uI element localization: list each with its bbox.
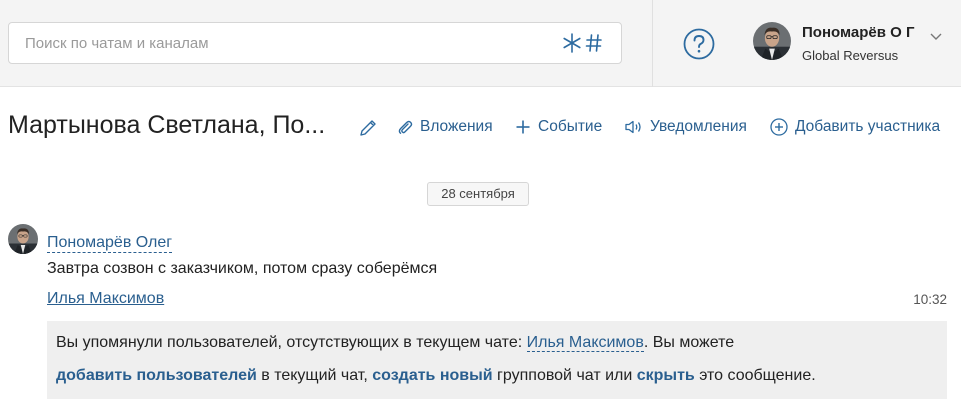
attachments-button[interactable]: Вложения	[396, 116, 493, 138]
add-member-label: Добавить участника	[795, 118, 941, 135]
warning-line-1: Вы упомянули пользователей, отсутствующи…	[56, 334, 734, 352]
avatar	[753, 22, 791, 60]
notifications-button[interactable]: Уведомления	[624, 116, 747, 138]
search-box	[8, 22, 622, 64]
asterisk-icon[interactable]	[560, 31, 584, 55]
chat-header: Мартынова Светлана, По... Вложения Событ…	[0, 104, 961, 148]
attachments-label: Вложения	[420, 118, 493, 135]
pencil-icon[interactable]	[358, 118, 378, 143]
plus-icon	[516, 120, 530, 134]
hide-message-link[interactable]: скрыть	[637, 367, 695, 384]
chat-title: Мартынова Светлана, По...	[8, 111, 326, 139]
warning-text: . Вы можете	[643, 334, 735, 351]
warning-text: в текущий чат,	[256, 367, 373, 384]
add-users-link[interactable]: добавить пользователей	[56, 367, 257, 384]
header-divider	[652, 0, 653, 87]
message-text: Завтра созвон с заказчиком, потом сразу …	[47, 260, 438, 277]
add-event-button[interactable]: Событие	[514, 116, 602, 138]
mentioned-user-link[interactable]: Илья Максимов	[526, 334, 644, 352]
question-circle-icon[interactable]	[683, 28, 715, 60]
mention-warning: Вы упомянули пользователей, отсутствующи…	[47, 321, 947, 399]
speaker-icon	[625, 120, 641, 134]
user-menu[interactable]: Пономарёв О Г Global Reversus	[753, 22, 953, 66]
plus-circle-icon	[770, 118, 788, 136]
avatar	[8, 224, 38, 254]
warning-line-2: добавить пользователей в текущий чат, со…	[56, 367, 816, 385]
warning-text: групповой чат или	[492, 367, 637, 384]
add-member-button[interactable]: Добавить участника	[769, 116, 940, 138]
paperclip-icon	[398, 120, 413, 134]
date-separator: 28 сентября	[427, 182, 529, 206]
user-organization: Global Reversus	[802, 48, 899, 63]
chevron-down-icon	[929, 28, 943, 46]
mention-link[interactable]: Илья Максимов	[47, 290, 164, 308]
create-new-chat-link[interactable]: создать новый	[372, 367, 492, 384]
hash-icon[interactable]	[582, 31, 606, 55]
message-time: 10:32	[913, 292, 947, 307]
message-author[interactable]: Пономарёв Олег	[47, 233, 173, 253]
event-label: Событие	[538, 118, 603, 135]
warning-text: это сообщение.	[694, 367, 816, 384]
top-bar: Пономарёв О Г Global Reversus	[0, 0, 961, 87]
user-name: Пономарёв О Г	[802, 24, 915, 41]
notifications-label: Уведомления	[650, 118, 747, 135]
warning-text: Вы упомянули пользователей, отсутствующи…	[56, 334, 527, 351]
search-input[interactable]	[9, 23, 529, 63]
